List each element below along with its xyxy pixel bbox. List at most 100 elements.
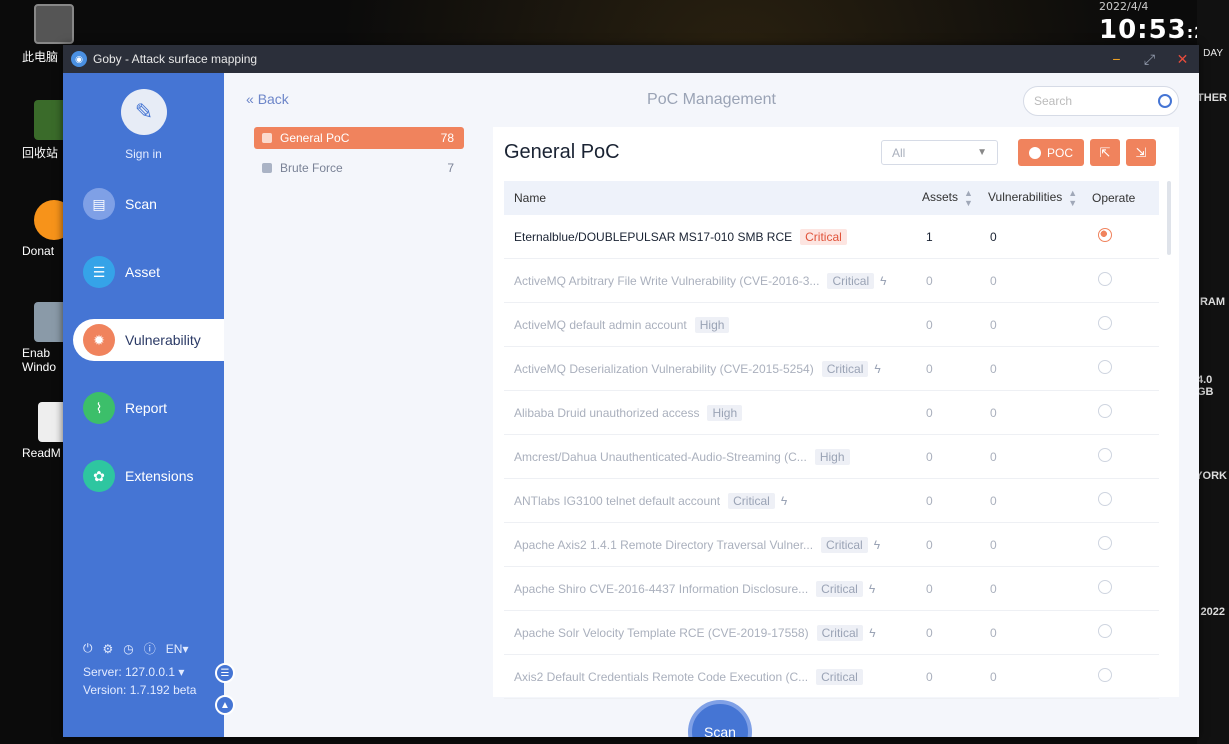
poc-name-cell: Apache Shiro CVE-2016-4437 Information D… bbox=[504, 580, 914, 597]
column-assets[interactable]: Assets ▲ ▼ bbox=[914, 188, 980, 208]
lightning-icon: ϟ bbox=[874, 361, 881, 376]
sidebar-item-label: Scan bbox=[125, 196, 157, 212]
language-select[interactable]: EN▾ bbox=[166, 642, 189, 656]
operate-cell bbox=[1080, 448, 1159, 465]
severity-badge: High bbox=[694, 316, 730, 333]
poc-name-cell: ANTlabs IG3100 telnet default account Cri… bbox=[504, 492, 914, 509]
category-label: Brute Force bbox=[280, 161, 343, 175]
sort-icon[interactable]: ▲ ▼ bbox=[964, 188, 973, 208]
sidebar-item-report[interactable]: ⌇ Report bbox=[73, 387, 224, 429]
scan-poc-icon[interactable] bbox=[1098, 624, 1112, 638]
scan-poc-icon[interactable] bbox=[1098, 536, 1112, 550]
scan-poc-icon[interactable] bbox=[1098, 272, 1112, 286]
vulnerabilities-cell: 0 bbox=[990, 493, 997, 508]
poc-name: Alibaba Druid unauthorized access bbox=[514, 405, 700, 420]
severity-badge: Critical bbox=[728, 492, 775, 509]
server-select[interactable]: Server: 127.0.0.1 ▾ bbox=[83, 665, 196, 679]
power-icon[interactable]: ⏻ bbox=[83, 641, 93, 656]
history-icon[interactable]: ◷ bbox=[123, 642, 133, 656]
table-scrollbar[interactable] bbox=[1167, 181, 1171, 255]
category-list: General PoC 78 Brute Force 7 bbox=[254, 127, 464, 187]
table-row[interactable]: Eternalblue/DOUBLEPULSAR MS17-010 SMB RC… bbox=[504, 215, 1159, 259]
column-name: Name bbox=[514, 191, 547, 205]
scan-poc-icon[interactable] bbox=[1098, 404, 1112, 418]
poc-name: Apache Axis2 1.4.1 Remote Directory Trav… bbox=[514, 537, 814, 552]
search-icon[interactable] bbox=[1158, 94, 1172, 108]
search-input[interactable]: Search bbox=[1023, 86, 1179, 116]
scan-poc-icon[interactable] bbox=[1098, 580, 1112, 594]
poc-name: ActiveMQ Arbitrary File Write Vulnerabil… bbox=[514, 273, 820, 288]
assets-cell: 0 bbox=[926, 405, 933, 420]
operate-cell bbox=[1080, 316, 1159, 333]
category-general-poc[interactable]: General PoC 78 bbox=[254, 127, 464, 149]
scan-poc-icon[interactable] bbox=[1098, 448, 1112, 462]
minimize-button[interactable]: − bbox=[1100, 51, 1133, 68]
operate-cell bbox=[1080, 360, 1159, 377]
maximize-button[interactable]: ⤢ bbox=[1133, 51, 1166, 68]
column-vulnerabilities[interactable]: Vulnerabilities ▲ ▼ bbox=[980, 188, 1080, 208]
scan-poc-icon[interactable] bbox=[1098, 492, 1112, 506]
desktop-icon-label: Donat bbox=[22, 244, 55, 258]
sidebar-item-label: Extensions bbox=[125, 468, 194, 484]
table-row[interactable]: ActiveMQ Arbitrary File Write Vulnerabil… bbox=[504, 259, 1159, 303]
scan-poc-icon[interactable] bbox=[1098, 360, 1112, 374]
add-poc-button[interactable]: POC bbox=[1018, 139, 1084, 166]
title-bar[interactable]: ◉ Goby - Attack surface mapping − ⤢ ✕ bbox=[63, 45, 1199, 73]
close-button[interactable]: ✕ bbox=[1166, 51, 1199, 68]
operate-cell bbox=[1080, 492, 1159, 509]
widget-day: DAY bbox=[1203, 48, 1223, 59]
system-monitor-widget: DAY THER RAM 4.0 GB YORK 2022 bbox=[1195, 0, 1229, 744]
lock-icon bbox=[262, 163, 272, 173]
assets-cell: 0 bbox=[926, 493, 933, 508]
level-filter-select[interactable]: All ▼ bbox=[881, 140, 998, 165]
scan-poc-icon[interactable] bbox=[1098, 316, 1112, 330]
sidebar: ✎ Sign in ▤ Scan ☰ Asset ✹ Vulnerability… bbox=[63, 73, 224, 737]
extensions-icon: ✿ bbox=[83, 460, 115, 492]
settings-icon[interactable]: ⚙ bbox=[103, 642, 114, 656]
severity-badge: Critical bbox=[827, 272, 875, 289]
table-row[interactable]: Axis2 Default Credentials Remote Code Ex… bbox=[504, 655, 1159, 699]
table-row[interactable]: Apache Axis2 1.4.1 Remote Directory Trav… bbox=[504, 523, 1159, 567]
table-row[interactable]: ANTlabs IG3100 telnet default account Cri… bbox=[504, 479, 1159, 523]
poc-name: Axis2 Default Credentials Remote Code Ex… bbox=[514, 669, 809, 684]
assets-cell: 0 bbox=[926, 581, 933, 596]
table-row[interactable]: Alibaba Druid unauthorized access High 0 0 bbox=[504, 391, 1159, 435]
table-row[interactable]: Apache Solr Velocity Template RCE (CVE-2… bbox=[504, 611, 1159, 655]
vulnerabilities-cell: 0 bbox=[990, 537, 997, 552]
table-row[interactable]: Apache Shiro CVE-2016-4437 Information D… bbox=[504, 567, 1159, 611]
scan-button[interactable]: Scan bbox=[688, 700, 752, 737]
desktop-icon-label: 此电脑 bbox=[22, 50, 59, 64]
import-button[interactable]: ⇲ bbox=[1126, 139, 1156, 166]
export-button[interactable]: ⇱ bbox=[1090, 139, 1120, 166]
sidebar-item-extensions[interactable]: ✿ Extensions bbox=[73, 455, 224, 497]
sidebar-item-label: Report bbox=[125, 400, 168, 416]
sidebar-item-vulnerability[interactable]: ✹ Vulnerability bbox=[73, 319, 224, 361]
widget-text: RAM bbox=[1199, 296, 1225, 308]
avatar[interactable]: ✎ bbox=[121, 89, 167, 135]
sidebar-item-scan[interactable]: ▤ Scan bbox=[73, 183, 224, 225]
assets-cell: 1 bbox=[926, 229, 933, 244]
severity-badge: High bbox=[707, 404, 743, 421]
import-icon: ⇲ bbox=[1135, 144, 1147, 160]
scan-poc-icon[interactable] bbox=[1098, 228, 1112, 242]
operate-cell bbox=[1080, 668, 1159, 685]
table-row[interactable]: ActiveMQ Deserialization Vulnerability (… bbox=[504, 347, 1159, 391]
scan-poc-icon[interactable] bbox=[1098, 668, 1112, 682]
poc-name: Amcrest/Dahua Unauthenticated-Audio-Stre… bbox=[514, 449, 807, 464]
table-row[interactable]: Amcrest/Dahua Unauthenticated-Audio-Stre… bbox=[504, 435, 1159, 479]
sort-icon[interactable]: ▲ ▼ bbox=[1068, 188, 1077, 208]
severity-badge: High bbox=[814, 448, 850, 465]
sign-in-link[interactable]: Sign in bbox=[63, 147, 224, 161]
info-icon[interactable]: ⓘ bbox=[144, 640, 156, 657]
table-row[interactable]: ActiveMQ default admin account High 0 0 bbox=[504, 303, 1159, 347]
vulnerabilities-cell: 0 bbox=[990, 273, 997, 288]
poc-name-cell: Apache Axis2 1.4.1 Remote Directory Trav… bbox=[504, 536, 914, 553]
panel-title: General PoC bbox=[504, 141, 620, 163]
poc-name: ANTlabs IG3100 telnet default account bbox=[514, 493, 721, 508]
filter-value: All bbox=[892, 145, 906, 160]
category-count: 7 bbox=[447, 161, 454, 175]
sidebar-item-asset[interactable]: ☰ Asset bbox=[73, 251, 224, 293]
table-body: Eternalblue/DOUBLEPULSAR MS17-010 SMB RC… bbox=[504, 215, 1159, 699]
severity-badge: Critical bbox=[816, 668, 863, 685]
category-brute-force[interactable]: Brute Force 7 bbox=[254, 157, 464, 179]
